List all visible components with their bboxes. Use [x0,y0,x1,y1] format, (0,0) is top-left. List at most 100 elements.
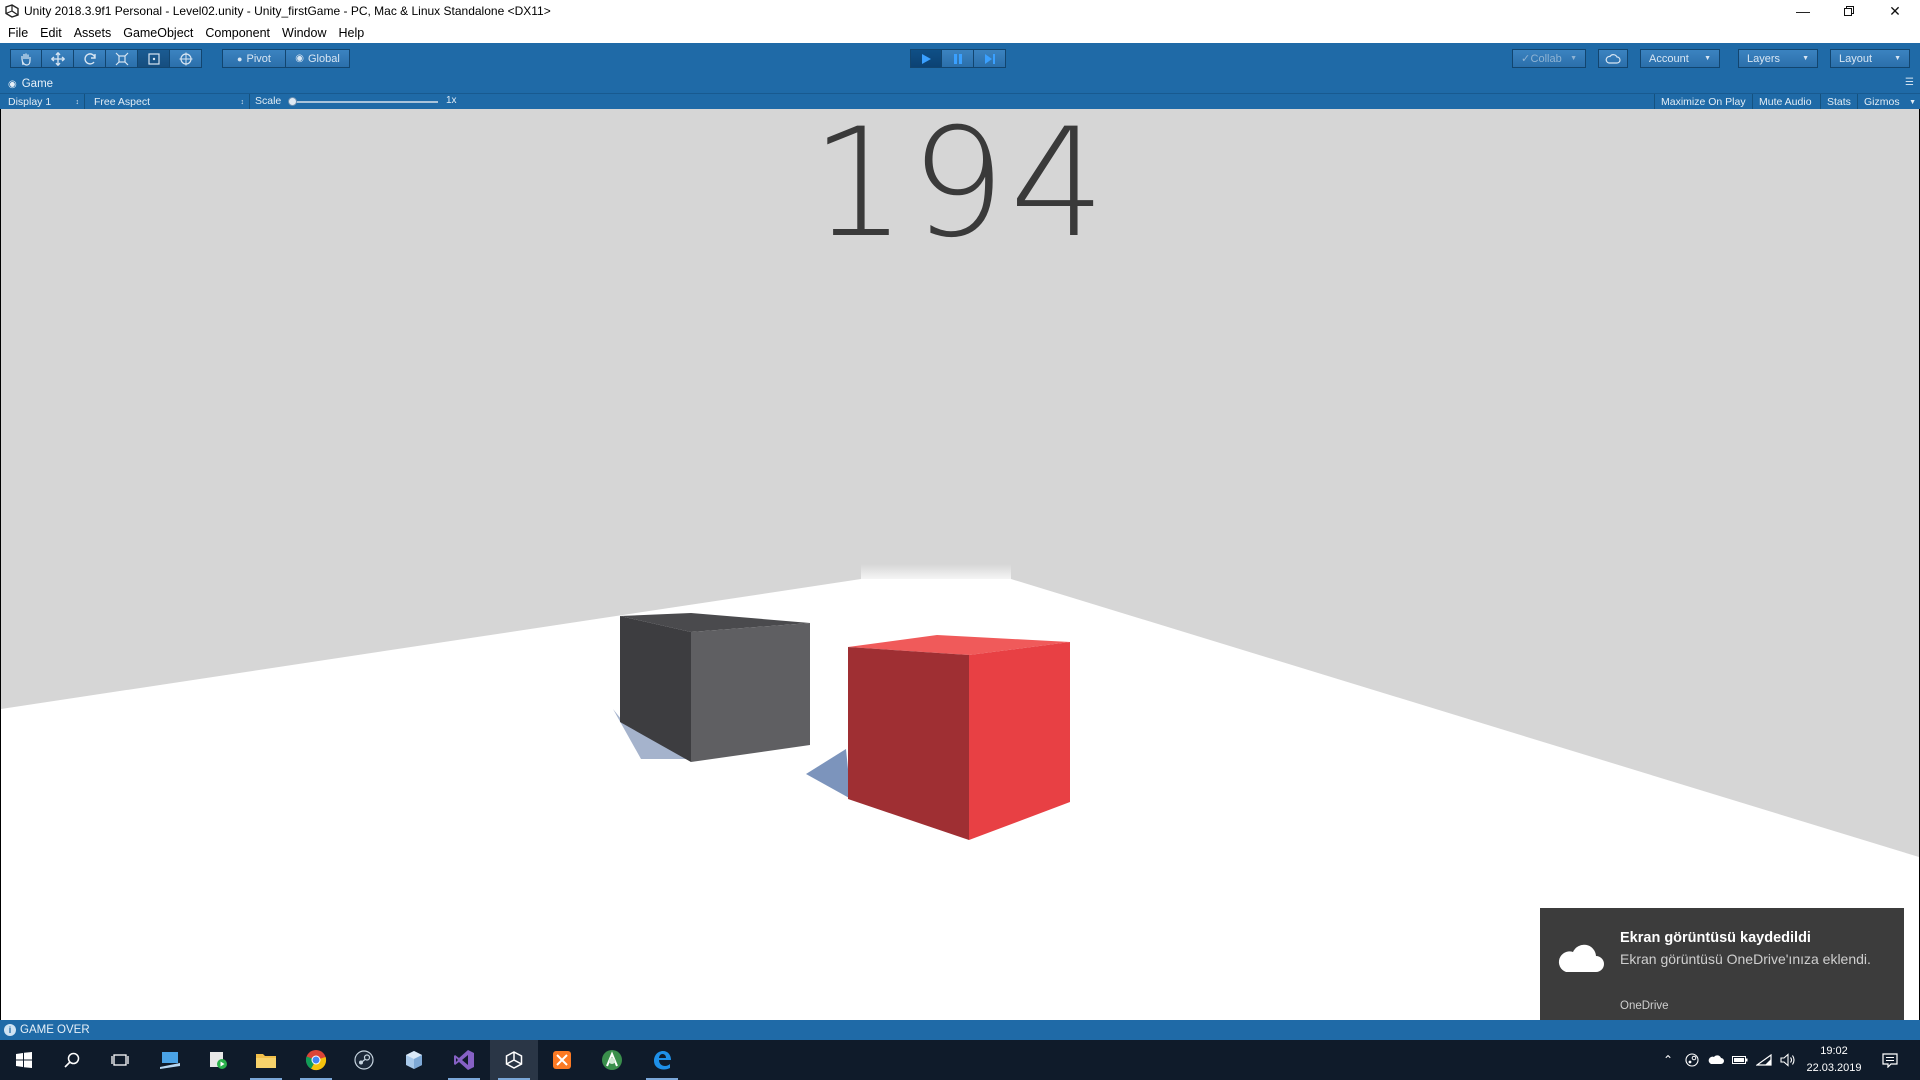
search-button[interactable] [48,1040,96,1080]
scale-slider-handle[interactable] [288,97,297,106]
onedrive-notification[interactable]: Ekran görüntüsü kaydedildi Ekran görüntü… [1540,908,1904,1026]
hand-icon [21,53,31,66]
updown-icon: ↕ [240,98,245,106]
taskbar-app-edge[interactable] [638,1040,686,1080]
taskbar-app-file-explorer[interactable] [242,1040,290,1080]
rotate-icon [83,52,96,65]
menu-gameobject[interactable]: GameObject [117,26,199,40]
taskbar-app-remote[interactable] [146,1040,194,1080]
display-label: Display 1 [8,96,52,108]
score-counter: 194 [810,109,1110,271]
chevron-down-icon: ▼ [1894,55,1901,62]
menu-window[interactable]: Window [276,26,332,40]
menu-bar: File Edit Assets GameObject Component Wi… [0,22,1920,43]
stats-toggle[interactable]: Stats [1820,94,1857,110]
rotate-tool-button[interactable] [74,49,106,68]
menu-file[interactable]: File [2,26,34,40]
account-group: Account ▼ [1640,49,1720,68]
taskbar-app-chrome[interactable] [292,1040,340,1080]
scale-tool-button[interactable] [106,49,138,68]
game-view-tab-bar: ◉ Game ☰ [0,75,1920,93]
pause-button[interactable] [942,49,974,68]
scale-value: 1x [446,95,457,106]
horizon-glow [861,564,1011,584]
mute-audio-label: Mute Audio [1759,96,1812,108]
chevron-down-icon: ▼ [1802,55,1809,62]
unity-logo-icon [4,3,20,19]
transform-tool-button[interactable] [170,49,202,68]
tray-wifi[interactable] [1752,1040,1776,1080]
aspect-dropdown[interactable]: Free Aspect ↕ [86,94,250,110]
pivot-icon: ● [237,53,243,64]
mute-audio-toggle[interactable]: Mute Audio [1752,94,1818,110]
play-button[interactable] [910,49,942,68]
restore-icon[interactable] [1826,0,1872,22]
show-hidden-icons-button[interactable]: ⌃ [1656,1040,1680,1080]
edge-icon [654,1051,671,1070]
chevron-down-icon: ▼ [1909,98,1916,106]
folder-icon [256,1054,276,1068]
taskbar-app-cube[interactable] [390,1040,438,1080]
taskbar-clock[interactable]: 19:02 22.03.2019 [1794,1043,1874,1077]
global-label: Global [307,52,340,65]
game-view-controls: Display 1 ↕ Free Aspect ↕ Scale 1x Maxim… [0,93,1920,110]
menu-assets[interactable]: Assets [68,26,118,40]
pivot-group: ● Pivot ◉ Global [222,49,350,68]
steam-icon [354,1050,374,1070]
display-dropdown[interactable]: Display 1 ↕ [0,94,85,110]
play-icon [922,53,931,64]
global-button[interactable]: ◉ Global [286,49,350,68]
cloud-icon [1605,53,1621,64]
close-icon[interactable]: ✕ [1872,0,1918,22]
taskbar-app-visual-studio[interactable] [440,1040,488,1080]
taskbar-app-android-studio[interactable] [588,1040,636,1080]
taskbar-app-media[interactable] [194,1040,242,1080]
tray-battery[interactable] [1728,1040,1752,1080]
tab-menu-icon[interactable]: ☰ [1905,77,1914,88]
taskbar-app-xampp[interactable] [538,1040,586,1080]
onedrive-tray-icon [1708,1055,1724,1064]
rect-tool-button[interactable] [138,49,170,68]
console-status-bar[interactable]: i GAME OVER [0,1020,1920,1040]
step-button[interactable] [974,49,1006,68]
collab-dropdown[interactable]: ✓ Collab ▼ [1512,49,1586,68]
android-studio-icon [602,1050,622,1070]
start-button[interactable] [0,1040,48,1080]
menu-help[interactable]: Help [332,26,370,40]
minimize-icon[interactable]: — [1780,0,1826,22]
collab-label: Collab [1530,52,1562,65]
hand-tool-button[interactable] [10,49,42,68]
account-dropdown[interactable]: Account ▼ [1640,49,1720,68]
game-viewport[interactable]: 194 [1,109,1919,1020]
transform-tools [10,49,202,68]
collab-group: ✓ Collab ▼ [1512,49,1586,68]
task-view-icon [111,1054,129,1066]
layers-dropdown[interactable]: Layers ▼ [1738,49,1818,68]
tab-game[interactable]: ◉ Game [0,75,53,93]
playback-controls [910,49,1006,68]
cloud-group [1598,49,1628,68]
action-center-button[interactable] [1870,1040,1910,1080]
taskbar-app-unity[interactable] [490,1040,538,1080]
maximize-on-play-toggle[interactable]: Maximize On Play [1654,94,1752,110]
tray-onedrive[interactable] [1704,1040,1728,1080]
status-message: GAME OVER [20,1024,90,1036]
menu-edit[interactable]: Edit [34,26,68,40]
cloud-button[interactable] [1598,49,1628,68]
task-view-button[interactable] [96,1040,144,1080]
layers-group: Layers ▼ [1738,49,1818,68]
layout-dropdown[interactable]: Layout ▼ [1830,49,1910,68]
move-tool-button[interactable] [42,49,74,68]
info-icon: i [4,1024,16,1036]
tray-steam[interactable] [1680,1040,1704,1080]
pivot-button[interactable]: ● Pivot [222,49,286,68]
move-icon [50,51,65,66]
window-titlebar: Unity 2018.3.9f1 Personal - Level02.unit… [0,0,1920,22]
windows-logo-icon [16,1052,32,1068]
gizmos-dropdown[interactable]: Gizmos ▼ [1857,94,1920,110]
chevron-down-icon: ▼ [1570,55,1577,62]
taskbar-app-steam[interactable] [340,1040,388,1080]
clock-date: 22.03.2019 [1806,1062,1862,1074]
scale-slider-track[interactable] [290,101,438,103]
menu-component[interactable]: Component [199,26,276,40]
